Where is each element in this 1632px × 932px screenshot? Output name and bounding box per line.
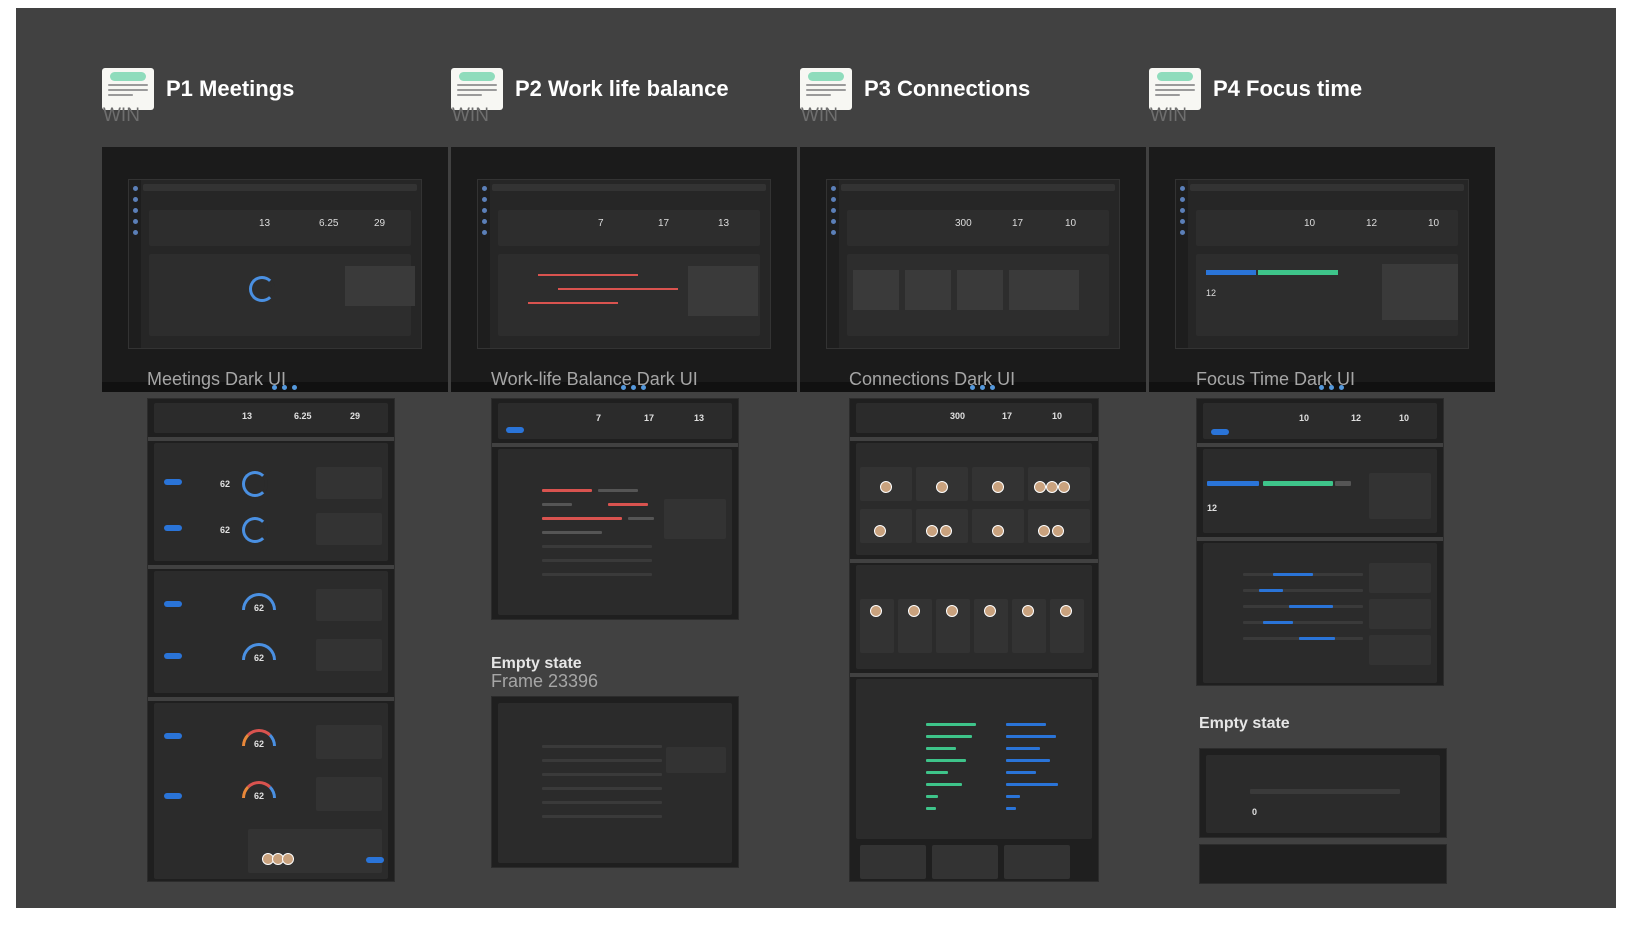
stay-on-schedule-card: 62 62: [154, 443, 388, 561]
kpi-people: 29: [374, 218, 386, 229]
kpi-close-people: 10: [1065, 218, 1077, 229]
gauge: [249, 276, 275, 302]
section-title: P3 Connections: [864, 76, 1031, 101]
section-header-connections: P3 Connections WIN: [800, 68, 1130, 128]
sticky-note[interactable]: [102, 68, 154, 110]
keep-in-touch-card: [856, 565, 1092, 669]
desktop-screenshot-meetings[interactable]: 13 6.25 29: [102, 147, 448, 392]
kpi-connections: 300: [955, 218, 972, 229]
desktop-screenshot-connections[interactable]: 300 17 10: [800, 147, 1146, 392]
kpi-available-hours: 10: [1428, 218, 1440, 229]
platform-label: WIN: [1150, 105, 1187, 126]
sticky-note[interactable]: [800, 68, 852, 110]
quiet-hours-card: [498, 449, 732, 615]
schedule-focus-card: [1203, 543, 1437, 683]
desktop-screenshot-focus[interactable]: 10 12 10 12: [1149, 147, 1495, 392]
app-window: 300 17 10: [826, 179, 1120, 349]
sticky-note[interactable]: [451, 68, 503, 110]
section-title: P2 Work life balance: [515, 76, 729, 101]
kpi-hours: 6.25: [319, 218, 339, 229]
kpi-hours: 12: [1351, 413, 1362, 423]
app-window: 10 12 10 12: [1175, 179, 1469, 349]
focus-empty-state-frame[interactable]: 0: [1199, 748, 1447, 838]
section-header-meetings: P1 Meetings WIN: [102, 68, 432, 128]
sticky-note[interactable]: [1149, 68, 1201, 110]
kpi-connections: 300: [950, 411, 966, 421]
gauge-value: 62: [220, 525, 231, 535]
section-header-focus: P4 Focus time WIN: [1149, 68, 1479, 128]
gauge-value: 62: [220, 479, 231, 489]
meetings-dark-ui-frame[interactable]: 13 6.25 29 62 62 62 62 62 62: [147, 398, 395, 882]
section-header-work-life: P2 Work life balance WIN: [451, 68, 781, 128]
kpi-meetings-quiet: 13: [718, 218, 730, 229]
app-window: 13 6.25 29: [128, 179, 422, 349]
work-life-empty-state-frame[interactable]: [491, 696, 739, 868]
empty-focus-value: 0: [1252, 807, 1258, 817]
direct-reports-card: [856, 679, 1092, 839]
empty-state-frame-name: Frame 23396: [491, 671, 599, 691]
ready-tag: [1157, 72, 1193, 81]
frame-label-focus: Focus Time Dark UI: [1196, 369, 1356, 389]
empty-state-title: Empty state: [491, 655, 582, 672]
focus-time-dark-ui-frame[interactable]: 10 12 10 12: [1196, 398, 1444, 686]
connections-dark-ui-frame[interactable]: 300 17 10: [849, 398, 1099, 882]
kpi-people: 29: [350, 411, 361, 421]
focus-empty-state-frame-2: [1199, 844, 1447, 884]
kpi-hours: 17: [644, 413, 655, 423]
kpi-new-people: 17: [1012, 218, 1024, 229]
platform-label: WIN: [103, 105, 140, 126]
gauge-value: 62: [254, 791, 265, 801]
frame-label-work-life: Work-life Balance Dark UI: [491, 369, 698, 389]
kpi-new-people: 17: [1002, 411, 1013, 421]
right-impression-card: 62 62: [154, 571, 388, 693]
gauge-value: 62: [254, 603, 265, 613]
kpi-meetings: 13: [259, 218, 271, 229]
gauge-value: 62: [254, 739, 265, 749]
whats-new-card: [856, 443, 1092, 555]
app-window: 7 17 13: [477, 179, 771, 349]
frame-label-meetings: Meetings Dark UI: [147, 369, 287, 389]
empty-state-title: Empty state: [1199, 715, 1290, 732]
kpi-hours: 17: [658, 218, 670, 229]
recent-focus-card: 12: [1203, 449, 1437, 533]
kpi-meetings: 7: [596, 413, 602, 423]
kpi-blocks: 10: [1299, 413, 1310, 423]
gauge-value: 62: [254, 653, 265, 663]
ready-tag: [110, 72, 146, 81]
section-title: P4 Focus time: [1213, 76, 1363, 101]
kpi-hours: 12: [1366, 218, 1378, 229]
focus-value: 12: [1207, 503, 1218, 513]
desktop-screenshot-work-life[interactable]: 7 17 13: [451, 147, 797, 392]
section-title: P1 Meetings: [166, 76, 295, 101]
work-life-dark-ui-frame[interactable]: 7 17 13: [491, 398, 739, 620]
better-host-card: 62 62: [154, 703, 388, 879]
platform-label: WIN: [452, 105, 489, 126]
kpi-available-hours: 10: [1399, 413, 1410, 423]
kpi-meetings: 7: [598, 218, 604, 229]
ready-tag: [808, 72, 844, 81]
kpi-meetings: 13: [242, 411, 253, 421]
ready-tag: [459, 72, 495, 81]
focus-value: 12: [1206, 288, 1217, 298]
kpi-blocks: 10: [1304, 218, 1316, 229]
frame-label-connections: Connections Dark UI: [849, 369, 1016, 389]
kpi-close-people: 10: [1052, 411, 1063, 421]
design-canvas: P1 Meetings WIN P2 Work life balance WIN…: [16, 8, 1616, 908]
platform-label: WIN: [801, 105, 838, 126]
kpi-meetings-quiet: 13: [694, 413, 705, 423]
kpi-hours: 6.25: [294, 411, 312, 421]
